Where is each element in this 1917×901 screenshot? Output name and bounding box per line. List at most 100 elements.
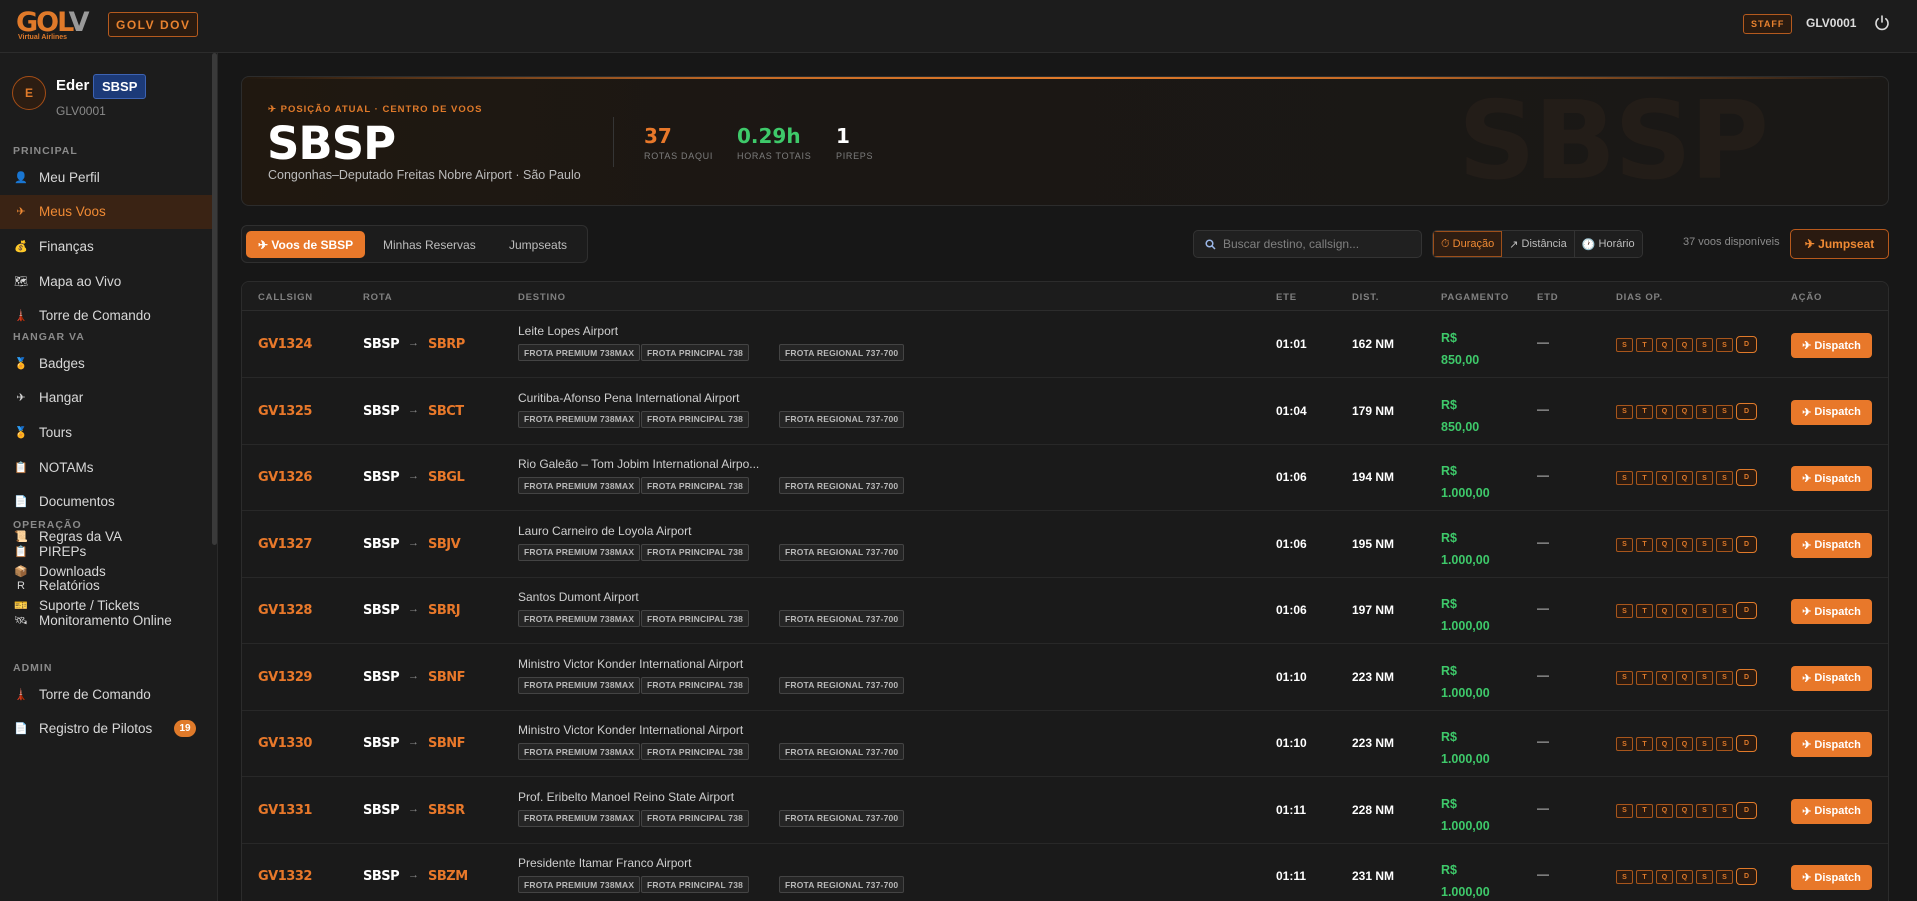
- fleet-tag: FROTA PRINCIPAL 738: [641, 743, 750, 760]
- dispatch-label: Dispatch: [1814, 672, 1861, 684]
- col-payment[interactable]: PAGAMENTO: [1441, 292, 1509, 303]
- sidebar-item-hangar[interactable]: ✈ Hangar: [0, 381, 212, 415]
- etd: —: [1537, 800, 1549, 815]
- etd: —: [1537, 401, 1549, 416]
- dispatch-label: Dispatch: [1814, 339, 1861, 352]
- day-chip: S: [1696, 604, 1713, 618]
- col-ete[interactable]: ETE: [1276, 292, 1297, 303]
- day-chip: Q: [1676, 404, 1693, 419]
- medal-icon: 🏅: [14, 426, 28, 439]
- sidebar-item-tours[interactable]: 🏅 Tours: [0, 415, 212, 449]
- sidebar-item-meu-perfil[interactable]: 👤 Meu Perfil: [0, 160, 212, 194]
- medal-icon: 🏅: [14, 357, 28, 370]
- route-origin: SBSP: [363, 470, 400, 485]
- callsign[interactable]: GV1332: [258, 869, 312, 884]
- fleet-tag: FROTA REGIONAL 737-700: [779, 410, 905, 428]
- callsign[interactable]: GV1330: [258, 736, 312, 751]
- dispatch-button[interactable]: ✈ Dispatch: [1791, 865, 1872, 890]
- route-destination: SBJV: [428, 536, 461, 552]
- flight-tabs: ✈ Voos de SBSP Minhas Reservas Jumpseats: [241, 225, 588, 263]
- col-destination[interactable]: DESTINO: [518, 292, 566, 303]
- day-chip: Q: [1676, 803, 1693, 818]
- sidebar-item-relatórios[interactable]: R Relatórios: [0, 569, 212, 603]
- stat-pireps: 1 PIREPS: [836, 124, 873, 161]
- callsign[interactable]: GV1324: [258, 337, 312, 352]
- col-days[interactable]: DIAS OP.: [1616, 292, 1663, 303]
- fleet-tag: FROTA PREMIUM 738MAX: [518, 543, 641, 561]
- tab-voos-de-sbsp[interactable]: ✈ Voos de SBSP: [246, 231, 366, 258]
- sidebar-item-mapa-ao-vivo[interactable]: 🗺 Mapa ao Vivo: [0, 264, 212, 298]
- fleet-tag: FROTA REGIONAL 737-700: [779, 344, 905, 361]
- col-etd[interactable]: ETD: [1537, 292, 1558, 303]
- dispatch-button[interactable]: ✈ Dispatch: [1791, 798, 1872, 824]
- table-row: GV1327 SBSP → SBJV Lauro Carneiro de Loyola …: [242, 512, 1888, 578]
- document-icon: 📄: [14, 723, 28, 736]
- callsign[interactable]: GV1326: [258, 470, 312, 485]
- callsign[interactable]: GV1328: [258, 603, 312, 618]
- sidebar-item-finanças[interactable]: 💰 Finanças: [0, 229, 212, 263]
- sidebar-item-documentos[interactable]: 📄 Documentos: [0, 485, 212, 519]
- dispatch-button[interactable]: ✈ Dispatch: [1791, 665, 1872, 691]
- power-icon[interactable]: [1873, 14, 1891, 32]
- plane-icon: ✈: [268, 104, 281, 115]
- callsign[interactable]: GV1327: [258, 537, 312, 552]
- col-distance[interactable]: DIST.: [1352, 292, 1379, 303]
- sidebar-item-badges[interactable]: 🏅 Badges: [0, 346, 212, 380]
- day-chip: T: [1636, 737, 1653, 751]
- day-chip: S: [1716, 670, 1733, 685]
- day-chip: D: [1736, 801, 1757, 819]
- sort-time-button[interactable]: 🕐 Horário: [1574, 231, 1642, 257]
- day-chip: S: [1716, 870, 1733, 884]
- dispatch-button[interactable]: ✈ Dispatch: [1791, 532, 1872, 558]
- avatar: E: [12, 76, 46, 110]
- sidebar: E Eder SBSP GLV0001 PRINCIPAL 👤 Meu Perfil…: [0, 53, 218, 901]
- payment-value: 850,00: [1441, 353, 1480, 367]
- jumpseat-button[interactable]: ✈ Jumpseat: [1790, 229, 1889, 259]
- logo[interactable]: GOLV Virtual Airlines: [16, 9, 98, 41]
- sidebar-scrollbar[interactable]: [212, 53, 217, 545]
- col-callsign[interactable]: CALLSIGN: [258, 292, 313, 303]
- sidebar-item-meus-voos[interactable]: ✈ Meus Voos: [0, 194, 212, 229]
- route-destination: SBZM: [428, 869, 468, 884]
- day-chip: S: [1696, 870, 1713, 884]
- day-chip: S: [1616, 737, 1633, 751]
- position-hero: SBSP ✈ POSIÇÃO ATUAL · CENTRO DE VOOS SB…: [241, 76, 1889, 206]
- dispatch-button[interactable]: ✈ Dispatch: [1791, 599, 1872, 624]
- operating-days: STQQSSD: [1616, 602, 1760, 619]
- sidebar-item-torre-de-comando[interactable]: 🗼 Torre de Comando: [0, 299, 212, 333]
- sidebar-item-pireps[interactable]: 📋 PIREPs: [0, 534, 212, 568]
- dispatch-label: Dispatch: [1814, 738, 1861, 751]
- destination-name: Lauro Carneiro de Loyola Airport: [518, 523, 692, 538]
- dispatch-label: Dispatch: [1814, 539, 1861, 551]
- callsign[interactable]: GV1325: [258, 404, 312, 419]
- dispatch-button[interactable]: ✈ Dispatch: [1791, 399, 1872, 425]
- search-input[interactable]: Buscar destino, callsign...: [1193, 230, 1422, 258]
- day-chip: S: [1716, 537, 1733, 552]
- tab-jumpseats[interactable]: Jumpseats: [509, 231, 567, 258]
- available-count: 37 voos disponíveis: [1683, 236, 1780, 248]
- dispatch-button[interactable]: ✈ Dispatch: [1791, 466, 1872, 491]
- col-route[interactable]: ROTA: [363, 292, 392, 303]
- sidebar-item-registro-de-pilotos[interactable]: 📄 Registro de Pilotos 19: [0, 712, 212, 746]
- sidebar-item-monitoramento-online[interactable]: 🛰 Monitoramento Online: [0, 603, 212, 637]
- sort-duration-button[interactable]: ⏱ Duração: [1433, 231, 1503, 257]
- day-chip: Q: [1656, 670, 1673, 685]
- etd: —: [1537, 734, 1549, 748]
- dispatch-button[interactable]: ✈ Dispatch: [1791, 333, 1872, 358]
- sort-distance-button[interactable]: ↗ Distância: [1502, 231, 1575, 257]
- profile-card[interactable]: E Eder SBSP GLV0001: [12, 74, 212, 124]
- callsign[interactable]: GV1329: [258, 670, 312, 685]
- sidebar-item-notams[interactable]: 📋 NOTAMs: [0, 450, 212, 484]
- fleet-tag: FROTA PREMIUM 738MAX: [518, 676, 641, 694]
- destination-name: Presidente Itamar Franco Airport: [518, 856, 692, 870]
- pilot-callsign: GLV0001: [56, 104, 106, 118]
- callsign[interactable]: GV1331: [258, 803, 312, 818]
- tab-minhas-reservas[interactable]: Minhas Reservas: [383, 231, 476, 258]
- user-id[interactable]: GLV0001: [1806, 16, 1856, 30]
- fleet-tag: FROTA PRINCIPAL 738: [641, 477, 750, 494]
- day-chip: T: [1636, 471, 1653, 485]
- payment: R$ 1.000,00: [1441, 527, 1490, 571]
- hero-watermark: SBSP: [1458, 79, 1769, 204]
- dispatch-button[interactable]: ✈ Dispatch: [1791, 732, 1872, 757]
- sidebar-item-torre-de-comando[interactable]: 🗼 Torre de Comando: [0, 677, 212, 711]
